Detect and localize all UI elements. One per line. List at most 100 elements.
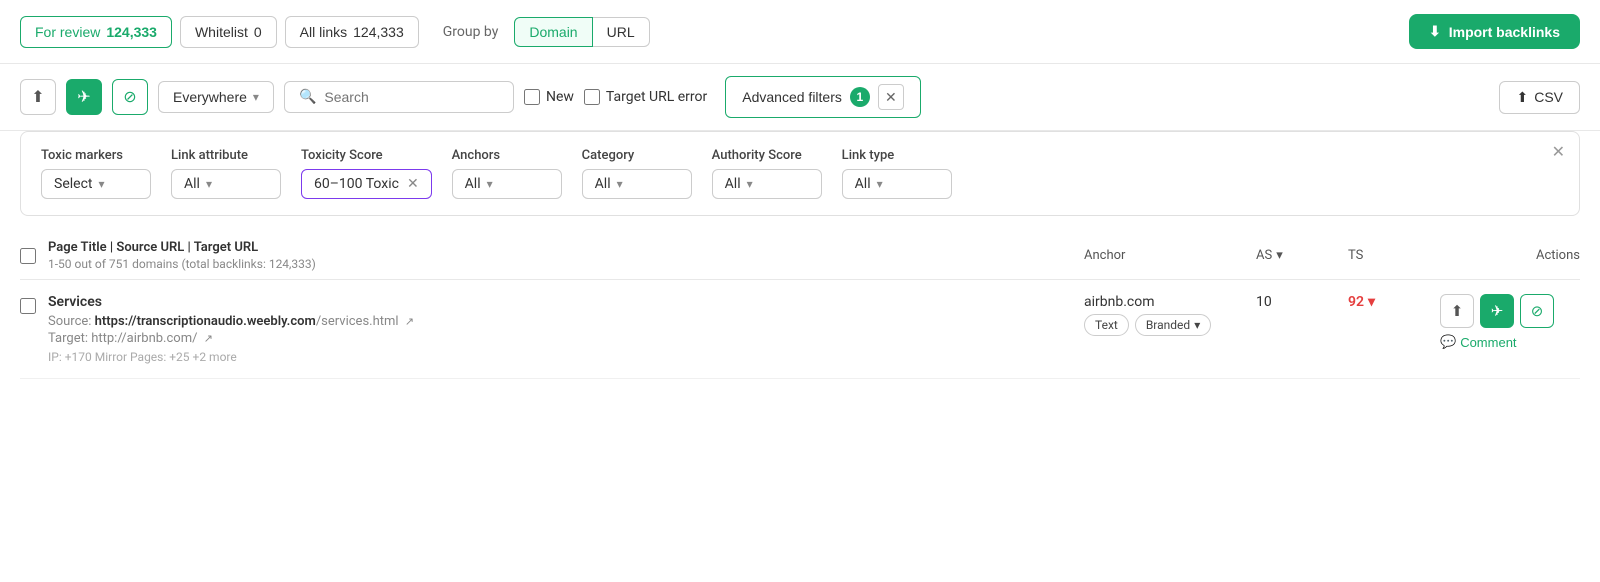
link-type-value: All bbox=[855, 176, 871, 192]
col-title-main-label: Page Title | Source URL | Target URL bbox=[48, 240, 1072, 255]
row-as-value: 10 bbox=[1256, 294, 1336, 310]
search-wrap: 🔍 bbox=[284, 81, 514, 113]
chevron-down-icon: ▾ bbox=[1194, 318, 1200, 332]
source-prefix: Source: bbox=[48, 314, 95, 329]
link-attribute-select[interactable]: All ▾ bbox=[171, 169, 281, 199]
row-export-button[interactable]: ⬆ bbox=[1440, 294, 1474, 328]
target-url-error-checkbox[interactable] bbox=[584, 89, 600, 105]
chevron-down-icon: ▾ bbox=[98, 177, 104, 191]
import-backlinks-button[interactable]: ⬇ Import backlinks bbox=[1409, 14, 1580, 49]
category-select[interactable]: All ▾ bbox=[582, 169, 692, 199]
table-header: Page Title | Source URL | Target URL 1-5… bbox=[20, 232, 1580, 280]
new-checkbox[interactable] bbox=[524, 89, 540, 105]
tab-all-links-label: All links bbox=[300, 24, 347, 40]
select-all-checkbox[interactable] bbox=[20, 248, 36, 264]
ts-dropdown-icon[interactable]: ▾ bbox=[1368, 294, 1375, 310]
tab-for-review-count: 124,333 bbox=[106, 24, 157, 40]
row-actions: ⬆ ✈ ⊘ 💬 Comment bbox=[1440, 294, 1580, 350]
toxic-markers-select[interactable]: Select ▾ bbox=[41, 169, 151, 199]
category-label: Category bbox=[582, 148, 692, 163]
anchors-label: Anchors bbox=[452, 148, 562, 163]
adv-panel-close[interactable]: ✕ bbox=[1552, 142, 1565, 161]
col-ts-header: TS bbox=[1348, 248, 1428, 263]
advanced-filters-button[interactable]: Advanced filters 1 ✕ bbox=[725, 76, 921, 118]
target-url-error-label: Target URL error bbox=[606, 89, 707, 105]
action-icons-group: ⬆ ✈ ⊘ bbox=[1440, 294, 1554, 328]
authority-score-label: Authority Score bbox=[712, 148, 822, 163]
target-url-error-group: Target URL error bbox=[584, 89, 707, 105]
row-main: Services Source: https://transcriptionau… bbox=[48, 294, 1072, 364]
csv-label: CSV bbox=[1534, 89, 1563, 105]
row-title: Services bbox=[48, 294, 1072, 310]
disavow-icon-button[interactable]: ⊘ bbox=[112, 79, 148, 115]
csv-button[interactable]: ⬆ CSV bbox=[1499, 81, 1580, 114]
filter-active-icon-button[interactable]: ✈ bbox=[66, 79, 102, 115]
external-link-icon: ↗ bbox=[405, 315, 414, 328]
tab-whitelist-label: Whitelist bbox=[195, 24, 248, 40]
filter-link-type: Link type All ▾ bbox=[842, 148, 952, 199]
tab-for-review[interactable]: For review 124,333 bbox=[20, 16, 172, 48]
send-icon: ✈ bbox=[77, 87, 90, 107]
toxic-markers-value: Select bbox=[54, 176, 92, 192]
external-link-icon-2: ↗ bbox=[204, 332, 213, 345]
everywhere-dropdown[interactable]: Everywhere ▾ bbox=[158, 81, 274, 113]
chevron-down-icon: ▾ bbox=[253, 90, 259, 104]
link-attribute-value: All bbox=[184, 176, 200, 192]
chevron-down-icon: ▾ bbox=[747, 177, 753, 191]
table-section: Page Title | Source URL | Target URL 1-5… bbox=[0, 232, 1600, 379]
as-label: AS bbox=[1256, 248, 1272, 263]
target-prefix: Target: bbox=[48, 331, 91, 346]
advanced-filters-badge: 1 bbox=[850, 87, 870, 107]
filter-category: Category All ▾ bbox=[582, 148, 692, 199]
chevron-down-icon: ▾ bbox=[487, 177, 493, 191]
download-icon: ⬇ bbox=[1429, 23, 1441, 40]
group-by-url[interactable]: URL bbox=[593, 17, 650, 47]
toxicity-score-label: Toxicity Score bbox=[301, 148, 432, 163]
anchors-select[interactable]: All ▾ bbox=[452, 169, 562, 199]
table-row: Services Source: https://transcriptionau… bbox=[20, 280, 1580, 379]
cancel-circle-icon: ⊘ bbox=[123, 87, 136, 107]
row-ts-value: 92 ▾ bbox=[1348, 294, 1428, 310]
link-type-select[interactable]: All ▾ bbox=[842, 169, 952, 199]
row-anchor-cell: airbnb.com Text Branded ▾ bbox=[1084, 294, 1244, 336]
group-by-domain[interactable]: Domain bbox=[514, 17, 592, 47]
advanced-filters-close[interactable]: ✕ bbox=[878, 84, 904, 110]
row-send-button[interactable]: ✈ bbox=[1480, 294, 1514, 328]
ts-number: 92 bbox=[1348, 294, 1364, 310]
filter-bar: ⬆ ✈ ⊘ Everywhere ▾ 🔍 New Target URL erro… bbox=[0, 64, 1600, 131]
chevron-down-icon: ▾ bbox=[617, 177, 623, 191]
import-backlinks-label: Import backlinks bbox=[1449, 24, 1560, 40]
tab-whitelist-count: 0 bbox=[254, 24, 262, 40]
anchor-tag-text: Text bbox=[1084, 314, 1129, 336]
target-url-link[interactable]: http://airbnb.com/ bbox=[91, 331, 197, 346]
filter-anchors: Anchors All ▾ bbox=[452, 148, 562, 199]
anchor-tags: Text Branded ▾ bbox=[1084, 314, 1244, 336]
comment-button[interactable]: 💬 Comment bbox=[1440, 334, 1517, 350]
comment-label: Comment bbox=[1460, 335, 1516, 350]
toxicity-score-value: 60–100 Toxic bbox=[314, 176, 399, 192]
tab-for-review-label: For review bbox=[35, 24, 100, 40]
authority-score-select[interactable]: All ▾ bbox=[712, 169, 822, 199]
advanced-filters-panel: ✕ Toxic markers Select ▾ Link attribute … bbox=[20, 131, 1580, 216]
row-disavow-button[interactable]: ⊘ bbox=[1520, 294, 1554, 328]
row-target: Target: http://airbnb.com/ ↗ bbox=[48, 331, 1072, 346]
export-icon-button[interactable]: ⬆ bbox=[20, 79, 56, 115]
filter-toxicity-score: Toxicity Score 60–100 Toxic ✕ bbox=[301, 148, 432, 199]
source-url-suffix: /services.html bbox=[316, 314, 399, 329]
col-as-header[interactable]: AS ▾ bbox=[1256, 248, 1336, 263]
filter-link-attribute: Link attribute All ▾ bbox=[171, 148, 281, 199]
toxicity-score-clear[interactable]: ✕ bbox=[407, 176, 419, 192]
search-input[interactable] bbox=[324, 89, 499, 105]
sort-icon: ▾ bbox=[1276, 248, 1283, 263]
tab-all-links[interactable]: All links 124,333 bbox=[285, 16, 419, 48]
anchor-tag-branded[interactable]: Branded ▾ bbox=[1135, 314, 1211, 336]
toxic-markers-label: Toxic markers bbox=[41, 148, 151, 163]
category-value: All bbox=[595, 176, 611, 192]
tab-whitelist[interactable]: Whitelist 0 bbox=[180, 16, 277, 48]
row-meta: IP: +170 Mirror Pages: +25 +2 more bbox=[48, 350, 1072, 364]
toxicity-score-select[interactable]: 60–100 Toxic ✕ bbox=[301, 169, 432, 199]
row-checkbox[interactable] bbox=[20, 298, 36, 314]
anchors-value: All bbox=[465, 176, 481, 192]
source-url-link[interactable]: https://transcriptionaudio.weebly.com bbox=[95, 314, 316, 329]
everywhere-label: Everywhere bbox=[173, 89, 247, 105]
